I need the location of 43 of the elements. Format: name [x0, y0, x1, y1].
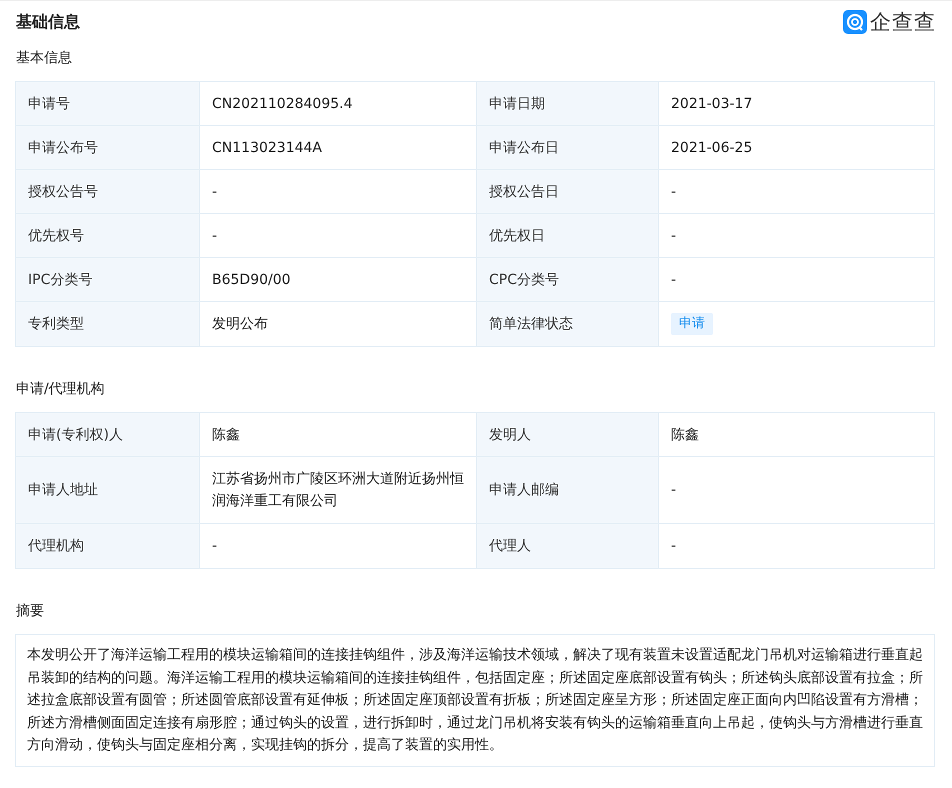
logo-icon	[843, 10, 867, 34]
abstract-text: 本发明公开了海洋运输工程用的模块运输箱间的连接挂钩组件，涉及海洋运输技术领域，解决了现有装置未设置适配龙门吊机对运输箱进行垂直起吊装卸的结构的问题。海洋运输工程用的模块运输箱间的连接挂钩组件，包括固定座；所述固定座底部设置有钩头；所述钩头底部设置有拉盒；所述拉盒底部设置有圆管；所述圆管底部设置有延伸板；所述固定座顶部设置有折板；所述固定座呈方形；所述固定座正面向内凹陷设置有方滑槽；所述方滑槽侧面固定连接有扇形腔；通过钩头的设置，进行拆卸时，通过龙门吊机将安装有钩头的运输箱垂直向上吊起，使钩头与方滑槽进行垂直方向滑动，使钩头与固定座相分离，实现挂钩的拆分，提高了装置的实用性。	[15, 634, 935, 766]
field-label: CPC分类号	[489, 270, 559, 290]
section-title: 基本信息	[16, 50, 72, 66]
field-value: -	[212, 182, 218, 202]
field-value: -	[671, 226, 676, 246]
field-label: 申请号	[28, 94, 70, 114]
field-label: 专利类型	[28, 315, 84, 334]
field-label: 发明人	[489, 426, 531, 444]
section-title: 申请/代理机构	[16, 381, 105, 397]
field-value: -	[671, 481, 676, 500]
field-value: -	[671, 270, 676, 290]
field-value: -	[671, 182, 676, 202]
field-value: -	[671, 537, 676, 556]
field-label: 申请公布日	[489, 138, 559, 158]
field-label: 优先权日	[489, 226, 545, 246]
section-title: 摘要	[16, 603, 44, 619]
field-label: 授权公告号	[28, 182, 98, 202]
field-value: -	[212, 226, 218, 246]
field-value: 2021-06-25	[671, 138, 752, 158]
field-label: 代理机构	[28, 537, 84, 556]
field-value: B65D90/00	[212, 270, 291, 290]
field-label: 申请(专利权)人	[28, 426, 123, 444]
field-value: CN113023144A	[212, 138, 322, 158]
field-value: 发明公布	[212, 315, 268, 334]
field-value: 2021-03-17	[671, 94, 752, 114]
field-value: 陈鑫	[671, 426, 699, 444]
field-label: 代理人	[489, 537, 531, 556]
field-label: 申请人地址	[28, 481, 98, 500]
status-tag: 申请	[671, 313, 713, 335]
field-value: 江苏省扬州市广陵区环洲大道附近扬州恒润海洋重工有限公司	[212, 470, 464, 511]
field-label: 授权公告日	[489, 182, 559, 202]
field-value: 陈鑫	[212, 426, 240, 444]
field-label: 申请公布号	[28, 138, 98, 158]
page-title: 基础信息	[16, 12, 80, 32]
field-label: 申请日期	[489, 94, 545, 114]
field-label: 申请人邮编	[489, 481, 559, 500]
field-label: 简单法律状态	[489, 315, 573, 334]
logo-text: 企查查	[870, 9, 936, 36]
field-label: 优先权号	[28, 226, 84, 246]
field-value: -	[212, 537, 218, 556]
field-value: CN202110284095.4	[212, 94, 352, 114]
field-label: IPC分类号	[28, 270, 92, 290]
